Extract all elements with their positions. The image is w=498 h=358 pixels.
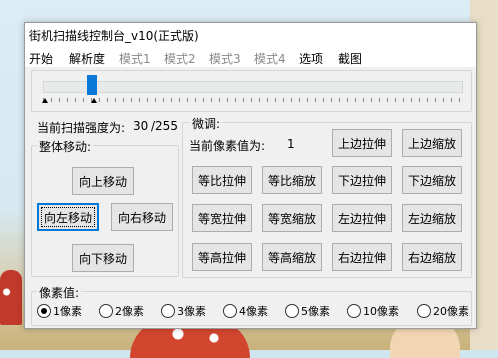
pixel-value-label: 当前像素值为:: [189, 139, 266, 153]
pixel-radio-7[interactable]: 20像素: [417, 303, 469, 319]
menu-bar: 开始 解析度 模式1 模式2 模式3 模式4 选项 截图: [25, 47, 476, 67]
top-shrink-button[interactable]: 上边缩放: [402, 129, 462, 157]
top-stretch-button[interactable]: 上边拉伸: [332, 129, 392, 157]
radio-label: 5像素: [301, 305, 330, 318]
ratio-shrink-button[interactable]: 等比缩放: [262, 166, 322, 194]
radio-label: 20像素: [433, 305, 469, 318]
tune-group-title: 微调:: [190, 115, 223, 132]
title-bar[interactable]: 街机扫描线控制台_v10(正式版): [25, 23, 476, 47]
pixel-value: 1: [287, 137, 295, 151]
bottom-stretch-button[interactable]: 下边拉伸: [332, 166, 392, 194]
window-title: 街机扫描线控制台_v10(正式版): [29, 29, 199, 43]
menu-screenshot[interactable]: 截图: [338, 50, 362, 67]
radio-label: 1像素: [53, 305, 82, 318]
menu-options[interactable]: 选项: [299, 50, 323, 67]
height-stretch-button[interactable]: 等高拉伸: [192, 243, 252, 271]
menu-mode2[interactable]: 模式2: [164, 50, 196, 67]
radio-label: 10像素: [363, 305, 399, 318]
width-stretch-button[interactable]: 等宽拉伸: [192, 204, 252, 232]
menu-mode3[interactable]: 模式3: [209, 50, 241, 67]
radio-circle-icon[interactable]: [223, 304, 237, 318]
radio-circle-icon[interactable]: [417, 304, 431, 318]
intensity-slider-track[interactable]: [43, 81, 463, 93]
radio-circle-icon[interactable]: [285, 304, 299, 318]
slider-ticks: [43, 98, 463, 102]
radio-circle-icon[interactable]: [347, 304, 361, 318]
slider-tick-current: [91, 98, 97, 103]
move-left-button[interactable]: 向左移动: [37, 203, 99, 231]
move-group-title: 整体移动:: [37, 138, 94, 155]
left-stretch-button[interactable]: 左边拉伸: [332, 204, 392, 232]
right-stretch-button[interactable]: 右边拉伸: [332, 243, 392, 271]
radio-circle-icon[interactable]: [161, 304, 175, 318]
menu-mode1[interactable]: 模式1: [119, 50, 151, 67]
move-up-button[interactable]: 向上移动: [72, 167, 134, 195]
slider-tick-start: [42, 98, 48, 103]
left-shrink-button[interactable]: 左边缩放: [402, 204, 462, 232]
move-down-button[interactable]: 向下移动: [72, 244, 134, 272]
pixel-group-title: 像素值:: [37, 284, 82, 301]
intensity-slider-thumb[interactable]: [87, 75, 98, 95]
app-window: 街机扫描线控制台_v10(正式版) 开始 解析度 模式1 模式2 模式3 模式4…: [24, 22, 477, 329]
pixel-radio-6[interactable]: 10像素: [347, 303, 399, 319]
pixel-radio-4[interactable]: 4像素: [223, 303, 268, 319]
menu-resolution[interactable]: 解析度: [69, 50, 105, 67]
radio-label: 2像素: [115, 305, 144, 318]
bottom-shrink-button[interactable]: 下边缩放: [402, 166, 462, 194]
height-shrink-button[interactable]: 等高缩放: [262, 243, 322, 271]
radio-circle-icon[interactable]: [99, 304, 113, 318]
radio-label: 4像素: [239, 305, 268, 318]
intensity-label: 当前扫描强度为:: [37, 121, 126, 135]
intensity-value: 30: [133, 119, 149, 133]
intensity-max: /255: [151, 119, 178, 133]
pixel-radio-2[interactable]: 2像素: [99, 303, 144, 319]
right-shrink-button[interactable]: 右边缩放: [402, 243, 462, 271]
menu-mode4[interactable]: 模式4: [254, 50, 286, 67]
menu-start[interactable]: 开始: [29, 50, 53, 67]
move-right-button[interactable]: 向右移动: [111, 203, 173, 231]
radio-label: 3像素: [177, 305, 206, 318]
pixel-radio-3[interactable]: 3像素: [161, 303, 206, 319]
background-mushroom: [0, 270, 22, 325]
pixel-radio-1[interactable]: 1像素: [37, 303, 82, 319]
ratio-stretch-button[interactable]: 等比拉伸: [192, 166, 252, 194]
pixel-radio-5[interactable]: 5像素: [285, 303, 330, 319]
width-shrink-button[interactable]: 等宽缩放: [262, 204, 322, 232]
radio-circle-icon[interactable]: [37, 304, 51, 318]
